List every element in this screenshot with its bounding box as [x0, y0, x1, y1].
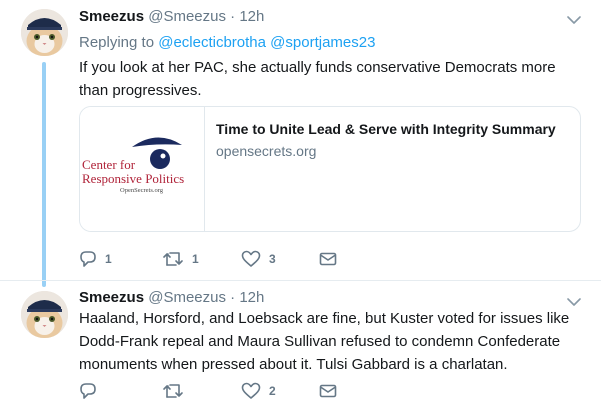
- card-title: Time to Unite Lead & Serve with Integrit…: [216, 121, 556, 137]
- tweet-2: Smeezus @Smeezus · 12h Haaland, Horsford…: [0, 280, 601, 407]
- chevron-down-icon[interactable]: [567, 294, 581, 306]
- link-card[interactable]: Center for Responsive Politics OpenSecre…: [79, 106, 581, 232]
- direct-message-button[interactable]: [319, 249, 337, 269]
- like-count: 3: [269, 252, 276, 266]
- retweet-icon: [163, 252, 183, 266]
- replying-to-label: Replying to: [79, 34, 155, 51]
- mention-link[interactable]: @eclecticbrotha: [158, 34, 266, 51]
- direct-message-button[interactable]: [319, 381, 337, 401]
- reply-count: 1: [105, 252, 112, 266]
- like-button[interactable]: 2: [241, 381, 276, 401]
- display-name[interactable]: Smeezus: [79, 289, 144, 306]
- heart-icon: [241, 250, 261, 267]
- cat-avatar-icon: [21, 291, 68, 338]
- tweet-text: If you look at her PAC, she actually fun…: [79, 59, 556, 99]
- like-count: 2: [269, 384, 276, 398]
- retweet-button[interactable]: 1: [162, 249, 199, 269]
- heart-icon: [241, 382, 261, 399]
- timestamp[interactable]: 12h: [239, 289, 264, 306]
- retweet-button[interactable]: [162, 381, 192, 401]
- card-logo-image: Center for Responsive Politics OpenSecre…: [80, 107, 205, 231]
- tweet-text: Haaland, Horsford, and Loebsack are fine…: [79, 310, 570, 373]
- display-name[interactable]: Smeezus: [79, 8, 144, 25]
- separator-dot: ·: [230, 8, 236, 25]
- chevron-down-icon[interactable]: [567, 12, 581, 24]
- timestamp[interactable]: 12h: [239, 8, 264, 25]
- cat-avatar-icon: [21, 9, 68, 56]
- mention-link[interactable]: @sportjames23: [270, 34, 375, 51]
- retweet-icon: [163, 384, 183, 398]
- tweet-1: Smeezus @Smeezus · 12h Replying to @ecle…: [0, 0, 601, 287]
- avatar[interactable]: [21, 291, 68, 338]
- tweet-header: Smeezus @Smeezus · 12h: [79, 7, 264, 27]
- reply-button[interactable]: 1: [79, 249, 112, 269]
- like-button[interactable]: 3: [241, 249, 276, 269]
- reply-icon: [80, 251, 96, 267]
- reply-button[interactable]: [79, 381, 105, 401]
- separator-dot: ·: [230, 289, 236, 306]
- envelope-icon: [319, 384, 337, 398]
- logo-line-3: OpenSecrets.org: [120, 187, 164, 194]
- card-domain: opensecrets.org: [216, 143, 317, 159]
- replying-to-line: Replying to @eclecticbrotha @sportjames2…: [79, 33, 375, 53]
- thread-connector-line: [42, 62, 46, 287]
- envelope-icon: [319, 252, 337, 266]
- user-handle[interactable]: @Smeezus: [148, 289, 226, 306]
- avatar[interactable]: [21, 9, 68, 56]
- retweet-count: 1: [192, 252, 199, 266]
- reply-icon: [80, 383, 96, 399]
- user-handle[interactable]: @Smeezus: [148, 8, 226, 25]
- logo-line-2: Responsive Politics: [82, 171, 185, 186]
- tweet-header: Smeezus @Smeezus · 12h: [79, 288, 264, 308]
